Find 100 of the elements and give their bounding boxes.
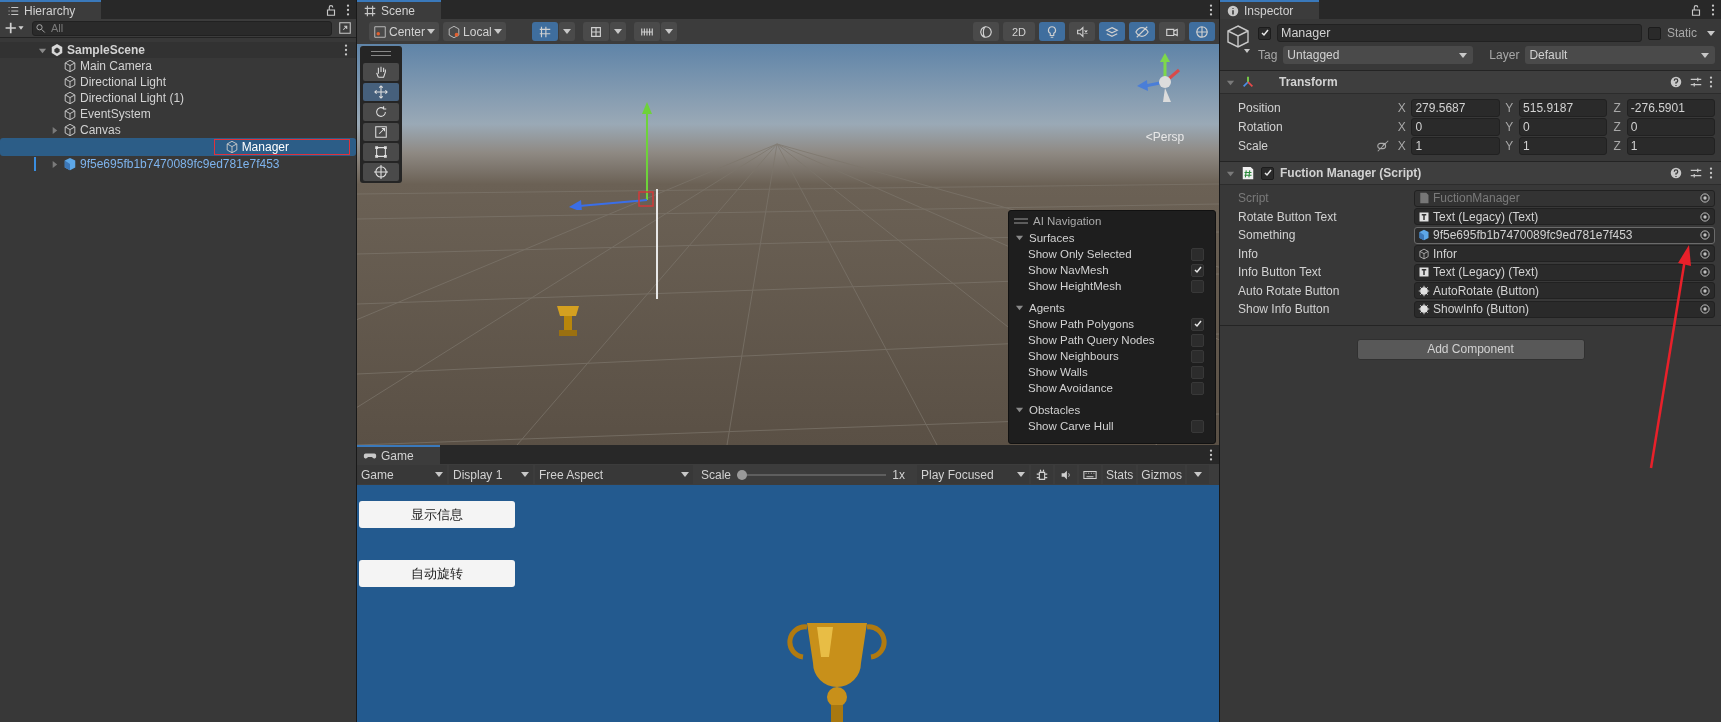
number-field[interactable]: -276.5901 bbox=[1626, 98, 1715, 117]
checkbox[interactable] bbox=[1191, 263, 1204, 277]
more-menu-icon[interactable] bbox=[1209, 2, 1213, 17]
options-dropdown[interactable] bbox=[558, 22, 575, 41]
layers-toggle[interactable] bbox=[1099, 22, 1125, 41]
lock-icon[interactable] bbox=[1689, 2, 1703, 17]
expand-arrow-icon[interactable] bbox=[50, 125, 59, 135]
more-menu-icon[interactable] bbox=[1209, 447, 1213, 462]
object-picker-icon[interactable] bbox=[1699, 284, 1711, 297]
hierarchy-row[interactable]: 9f5e695fb1b7470089fc9ed781e7f453 bbox=[0, 156, 356, 172]
object-picker-icon[interactable] bbox=[1699, 303, 1711, 316]
scene-name[interactable]: SampleScene bbox=[67, 43, 146, 57]
object-picker-icon[interactable] bbox=[1699, 229, 1711, 242]
number-field[interactable]: 279.5687 bbox=[1411, 98, 1500, 117]
snap-toggle[interactable] bbox=[582, 22, 609, 41]
object-picker-icon[interactable] bbox=[1699, 247, 1711, 260]
enabled-checkbox[interactable] bbox=[1261, 166, 1274, 180]
scene-tab[interactable]: Scene bbox=[357, 0, 442, 19]
more-menu-icon[interactable] bbox=[1709, 166, 1713, 180]
game-ui-button[interactable]: 显示信息 bbox=[359, 501, 515, 528]
static-checkbox[interactable] bbox=[1648, 26, 1661, 40]
globe-toggle[interactable] bbox=[1189, 22, 1215, 41]
rect-tool-button[interactable] bbox=[363, 143, 399, 161]
view-dropdown[interactable]: Game bbox=[357, 465, 447, 484]
checkbox[interactable] bbox=[1191, 333, 1204, 347]
number-field[interactable]: 1 bbox=[1626, 136, 1715, 155]
lock-icon[interactable] bbox=[324, 2, 338, 17]
keyboard-button[interactable] bbox=[1079, 465, 1101, 484]
object-picker-icon[interactable] bbox=[1699, 210, 1711, 223]
checkbox[interactable] bbox=[1191, 381, 1204, 395]
muted-speaker-toggle[interactable] bbox=[1069, 22, 1095, 41]
hierarchy-row[interactable]: Main Camera bbox=[0, 58, 356, 74]
hierarchy-row[interactable]: Directional Light (1) bbox=[0, 90, 356, 106]
scale-tool-button[interactable] bbox=[363, 123, 399, 141]
hand-tool-button[interactable] bbox=[363, 63, 399, 81]
object-reference-field[interactable]: AutoRotate (Button) bbox=[1414, 282, 1715, 300]
grid-toggle[interactable] bbox=[531, 22, 558, 41]
checkbox[interactable] bbox=[1191, 247, 1204, 261]
display-dropdown[interactable]: Display 1 bbox=[449, 465, 533, 484]
checkbox[interactable] bbox=[1191, 317, 1204, 331]
number-field[interactable]: 0 bbox=[1411, 117, 1500, 136]
expand-arrow-icon[interactable] bbox=[1015, 303, 1024, 312]
object-reference-field[interactable]: 9f5e695fb1b7470089fc9ed781e7f453 bbox=[1414, 226, 1715, 244]
caret-icon[interactable] bbox=[1707, 30, 1715, 36]
checkbox[interactable] bbox=[1191, 349, 1204, 363]
help-icon[interactable] bbox=[1669, 166, 1683, 180]
gizmos-button[interactable]: Gizmos bbox=[1138, 465, 1186, 484]
name-field[interactable]: Manager bbox=[1277, 24, 1642, 42]
crossed-eye-toggle[interactable] bbox=[1129, 22, 1155, 41]
checkbox[interactable] bbox=[1191, 279, 1204, 293]
bug-button[interactable] bbox=[1031, 465, 1053, 484]
checkbox[interactable] bbox=[1191, 419, 1204, 433]
inspector-tab[interactable]: Inspector bbox=[1220, 0, 1320, 19]
2d-toggle[interactable]: 2D bbox=[1002, 22, 1035, 41]
camera-toggle[interactable] bbox=[1159, 22, 1185, 41]
pivot-dropdown[interactable]: Center bbox=[369, 22, 440, 41]
more-menu-icon[interactable] bbox=[346, 2, 350, 17]
ruler-toggle[interactable] bbox=[633, 22, 660, 41]
transform-tool-button[interactable] bbox=[363, 163, 399, 181]
add-dropdown-icon[interactable] bbox=[4, 22, 26, 34]
hierarchy-row[interactable]: Manager bbox=[0, 138, 356, 156]
space-dropdown[interactable]: Local bbox=[443, 22, 506, 41]
number-field[interactable]: 1 bbox=[1411, 136, 1500, 155]
expand-arrow-icon[interactable] bbox=[1015, 405, 1024, 414]
hierarchy-row[interactable]: Directional Light bbox=[0, 74, 356, 90]
help-icon[interactable] bbox=[1669, 75, 1683, 89]
play-mode-dropdown[interactable]: Play Focused bbox=[917, 465, 1029, 484]
sphere-toggle[interactable] bbox=[972, 22, 999, 41]
tag-dropdown[interactable]: Untagged bbox=[1283, 46, 1474, 64]
object-reference-field[interactable]: Text (Legacy) (Text) bbox=[1414, 263, 1715, 281]
hierarchy-row[interactable]: EventSystem bbox=[0, 106, 356, 122]
bulb-toggle[interactable] bbox=[1039, 22, 1065, 41]
expand-arrow-icon[interactable] bbox=[1015, 233, 1024, 242]
layer-dropdown[interactable]: Default bbox=[1525, 46, 1715, 64]
number-field[interactable]: 1 bbox=[1519, 136, 1608, 155]
hierarchy-row[interactable]: Canvas bbox=[0, 122, 356, 138]
active-checkbox[interactable] bbox=[1258, 26, 1271, 40]
sliders-icon[interactable] bbox=[1689, 75, 1703, 89]
more-menu-icon[interactable] bbox=[1709, 75, 1713, 89]
more-menu-icon[interactable] bbox=[1711, 2, 1715, 17]
object-picker-icon[interactable] bbox=[1699, 266, 1711, 279]
more-menu-icon[interactable] bbox=[344, 43, 348, 57]
number-field[interactable]: 0 bbox=[1519, 117, 1608, 136]
hierarchy-tab[interactable]: Hierarchy bbox=[0, 0, 102, 19]
aspect-dropdown[interactable]: Free Aspect bbox=[535, 465, 693, 484]
scale-slider[interactable] bbox=[737, 469, 887, 480]
options-dropdown[interactable] bbox=[609, 22, 626, 41]
rotate-tool-button[interactable] bbox=[363, 103, 399, 121]
number-field[interactable]: 515.9187 bbox=[1519, 98, 1608, 117]
game-tab[interactable]: Game bbox=[357, 445, 440, 464]
sliders-icon[interactable] bbox=[1689, 166, 1703, 180]
object-reference-field[interactable]: ShowInfo (Button) bbox=[1414, 300, 1715, 318]
search-field[interactable]: All bbox=[32, 20, 332, 36]
linked-scale-icon[interactable] bbox=[1375, 138, 1390, 153]
game-ui-button[interactable]: 自动旋转 bbox=[359, 560, 515, 587]
checkbox[interactable] bbox=[1191, 365, 1204, 379]
number-field[interactable]: 0 bbox=[1626, 117, 1715, 136]
drag-handle-icon[interactable] bbox=[1014, 218, 1028, 224]
add-component-button[interactable]: Add Component bbox=[1356, 338, 1585, 360]
move-tool-button[interactable] bbox=[363, 83, 399, 101]
